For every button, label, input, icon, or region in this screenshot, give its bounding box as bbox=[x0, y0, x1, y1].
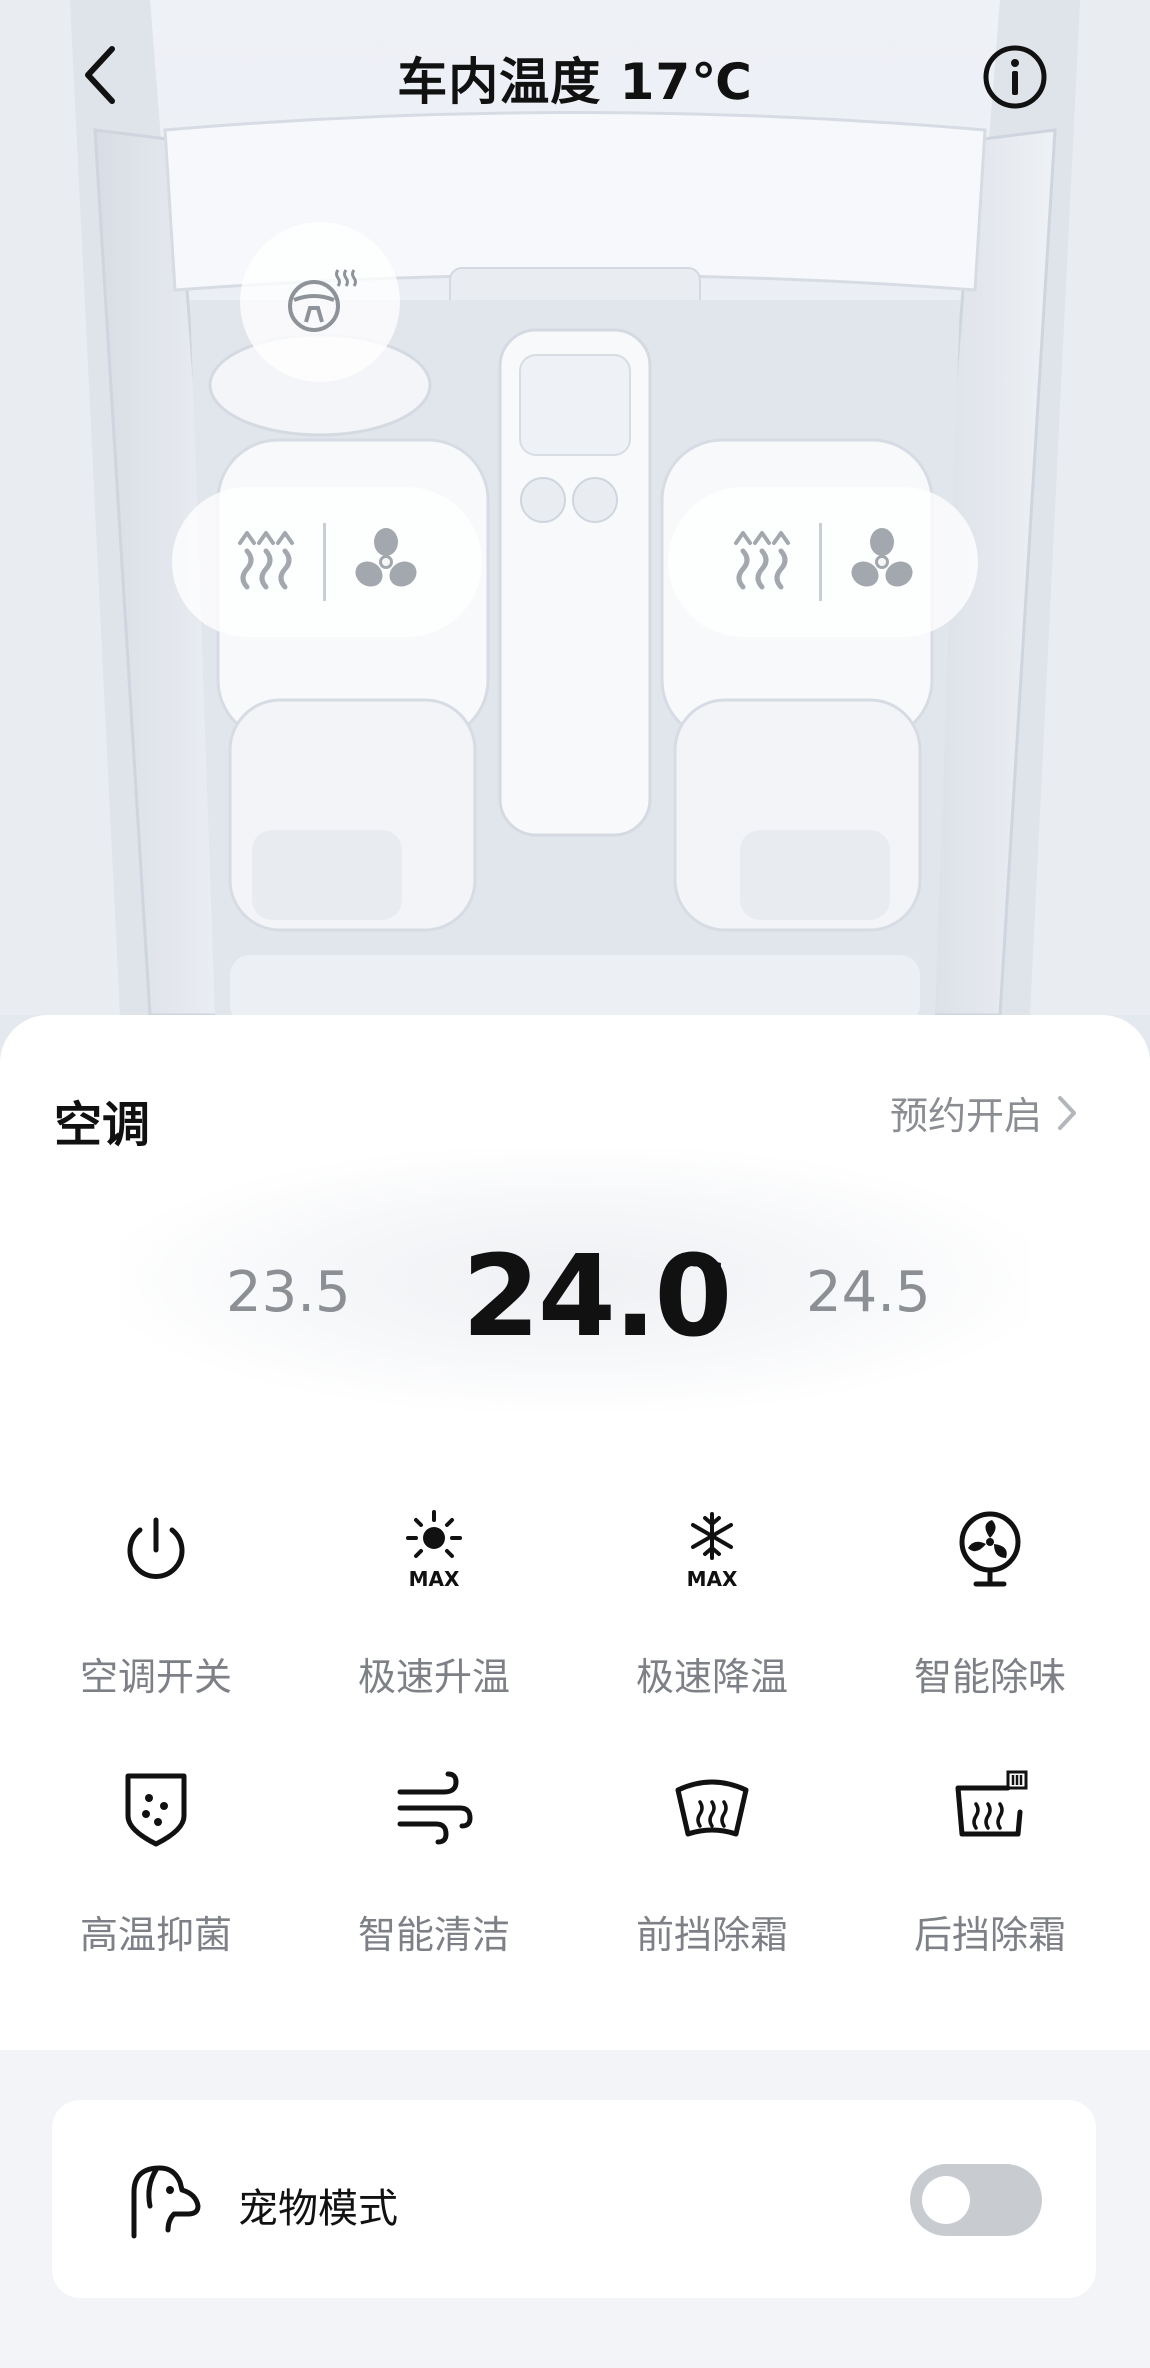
smart-clean-button[interactable]: 智能清洁 bbox=[304, 1768, 564, 1968]
function-label: 极速升温 bbox=[357, 1655, 510, 1699]
function-label: 智能清洁 bbox=[357, 1913, 510, 1957]
left-seat-controls bbox=[172, 487, 482, 637]
power-icon bbox=[127, 1517, 185, 1579]
rapid-heat-button[interactable]: MAX 极速升温 bbox=[304, 1510, 564, 1710]
fan-icon bbox=[850, 528, 913, 587]
schedule-label: 预约开启 bbox=[889, 1094, 1042, 1138]
right-seat-controls bbox=[668, 487, 978, 637]
temp-option-lower[interactable]: 23.5 bbox=[226, 1260, 351, 1325]
steering-wheel-heat-button[interactable] bbox=[240, 222, 400, 382]
rear-defrost-icon bbox=[955, 1770, 1028, 1837]
info-icon bbox=[983, 45, 1047, 109]
fan-icon bbox=[354, 528, 417, 587]
function-label: 极速降温 bbox=[635, 1655, 788, 1699]
rear-defrost-button[interactable]: 后挡除霜 bbox=[860, 1768, 1120, 1968]
rapid-cool-button[interactable]: MAX 极速降温 bbox=[582, 1510, 842, 1710]
car-interior-illustration bbox=[0, 0, 1150, 1025]
function-label: 后挡除霜 bbox=[913, 1913, 1066, 1957]
page-title: 车内温度 17℃ bbox=[397, 53, 753, 111]
temp-unit: °c bbox=[686, 1250, 724, 1290]
top-bar: 车内温度 17℃ bbox=[0, 0, 1150, 150]
chevron-right-icon bbox=[1058, 1095, 1076, 1130]
divider bbox=[818, 523, 822, 601]
front-defrost-icon bbox=[675, 1779, 749, 1837]
dog-icon bbox=[131, 2165, 201, 2239]
right-seat-heat-button[interactable] bbox=[729, 527, 795, 597]
left-seat-vent-button[interactable] bbox=[350, 524, 422, 600]
steering-wheel-heat-icon bbox=[288, 269, 357, 332]
divider bbox=[322, 523, 326, 601]
sun-max-icon: MAX bbox=[406, 1510, 462, 1590]
max-text: MAX bbox=[409, 1567, 460, 1590]
function-label: 高温抑菌 bbox=[79, 1913, 232, 1957]
snowflake-max-icon: MAX bbox=[687, 1512, 738, 1590]
schedule-link[interactable]: 预约开启 bbox=[890, 1085, 1078, 1140]
function-label: 前挡除霜 bbox=[635, 1913, 788, 1957]
function-label: 智能除味 bbox=[913, 1655, 1066, 1699]
toggle-knob bbox=[922, 2176, 970, 2224]
pet-mode-toggle[interactable] bbox=[910, 2164, 1042, 2236]
right-seat-vent-button[interactable] bbox=[846, 524, 918, 600]
ac-power-button[interactable]: 空调开关 bbox=[26, 1510, 286, 1710]
deodorize-button[interactable]: 智能除味 bbox=[860, 1510, 1120, 1710]
left-seat-heat-button[interactable] bbox=[233, 527, 299, 597]
seat-heat-icon bbox=[733, 531, 790, 590]
function-label: 空调开关 bbox=[79, 1655, 232, 1699]
shield-dots-icon bbox=[125, 1773, 187, 1847]
seat-heat-icon bbox=[237, 531, 294, 590]
high-temp-sterilize-button[interactable]: 高温抑菌 bbox=[26, 1768, 286, 1968]
front-defrost-button[interactable]: 前挡除霜 bbox=[582, 1768, 842, 1968]
car-interior-view: 车内温度 17℃ bbox=[0, 0, 1150, 1060]
max-text: MAX bbox=[687, 1567, 738, 1590]
info-button[interactable] bbox=[982, 44, 1048, 110]
section-title: 空调 bbox=[54, 1097, 151, 1153]
pet-mode-label: 宠物模式 bbox=[238, 2186, 398, 2232]
temp-option-higher[interactable]: 24.5 bbox=[806, 1260, 931, 1325]
fan-icon bbox=[959, 1511, 1021, 1587]
pet-mode-card: 宠物模式 bbox=[52, 2100, 1096, 2298]
wind-icon bbox=[397, 1771, 473, 1845]
